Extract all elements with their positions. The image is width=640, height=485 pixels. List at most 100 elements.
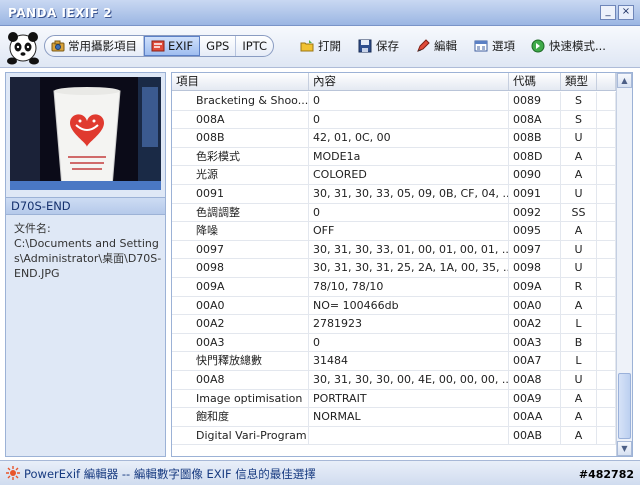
table-row[interactable]: 00A8 30, 31, 30, 30, 00, 4E, 00, 00, 00, …	[172, 370, 616, 390]
options-button-label: 選項	[492, 39, 515, 53]
table-row[interactable]: 00A2 2781923 00A2 L	[172, 315, 616, 334]
column-header-code[interactable]: 代碼	[509, 73, 561, 90]
minimize-button[interactable]: _	[600, 5, 616, 20]
cell-item: 008B	[172, 129, 309, 147]
table-row[interactable]: 快門釋放總數 31484 00A7 L	[172, 352, 616, 371]
table-row[interactable]: 色調調整 0 0092 SS	[172, 203, 616, 223]
cell-item: 00A2	[172, 315, 309, 333]
open-button[interactable]: 打開	[300, 37, 341, 55]
cell-type: A	[561, 389, 597, 408]
status-text: PowerExif 編輯器 -- 編輯數字圖像 EXIF 信息的最佳選擇	[24, 467, 316, 481]
file-name-header: D70S-END	[6, 197, 165, 215]
cell-code: 00A2	[509, 315, 561, 333]
table-row[interactable]: 009A 78/10, 78/10 009A R	[172, 277, 616, 297]
column-header-item[interactable]: 項目	[172, 73, 309, 90]
camera-icon	[51, 40, 65, 52]
cell-type: U	[561, 240, 597, 259]
cell-code: 00A7	[509, 352, 561, 370]
edit-button-label: 編輯	[434, 39, 457, 53]
cell-type: A	[561, 296, 597, 315]
tab-exif-label: EXIF	[168, 39, 194, 53]
cell-item: 00A8	[172, 370, 309, 389]
cell-content: 0	[309, 333, 509, 352]
cell-item: 00A3	[172, 333, 309, 352]
cell-type: U	[561, 259, 597, 277]
cell-item: 飽和度	[172, 408, 309, 426]
quick-mode-button-label: 快速模式...	[549, 39, 606, 53]
cell-code: 0090	[509, 166, 561, 184]
cell-content: MODE1a	[309, 147, 509, 166]
scroll-up-icon[interactable]: ▲	[617, 73, 632, 88]
table-row[interactable]: Digital Vari-Program 00AB A	[172, 426, 616, 446]
cell-code: 00A3	[509, 333, 561, 352]
table-row[interactable]: 0091 30, 31, 30, 33, 05, 09, 0B, CF, 04, …	[172, 184, 616, 204]
cell-type: A	[561, 408, 597, 426]
cell-spacer	[597, 203, 616, 222]
cell-content: 31484	[309, 352, 509, 370]
cell-content: 42, 01, 0C, 00	[309, 129, 509, 147]
cell-spacer	[597, 426, 616, 445]
cell-type: L	[561, 315, 597, 333]
cell-item: 光源	[172, 166, 309, 184]
table-row[interactable]: 00A3 0 00A3 B	[172, 333, 616, 353]
table-row[interactable]: 色彩模式 MODE1a 008D A	[172, 147, 616, 167]
cell-type: A	[561, 147, 597, 166]
cell-item: 0098	[172, 259, 309, 277]
cell-code: 0092	[509, 203, 561, 222]
tab-iptc[interactable]: IPTC	[236, 36, 273, 56]
table-header: 項目 內容 代碼 類型	[172, 73, 616, 91]
options-button[interactable]: 選項	[474, 37, 515, 55]
cell-spacer	[597, 110, 616, 129]
scroll-thumb[interactable]	[618, 373, 631, 439]
cell-type: SS	[561, 203, 597, 222]
table-row[interactable]: 008A 0 008A S	[172, 110, 616, 130]
column-header-content[interactable]: 內容	[309, 73, 509, 90]
cell-type: S	[561, 92, 597, 110]
cell-code: 008D	[509, 147, 561, 166]
table-row[interactable]: 0098 30, 31, 30, 31, 25, 2A, 1A, 00, 35, …	[172, 259, 616, 278]
edit-icon	[417, 39, 430, 52]
cell-item: 色彩模式	[172, 147, 309, 166]
image-thumbnail[interactable]	[10, 77, 161, 190]
cell-type: U	[561, 129, 597, 147]
cell-spacer	[597, 333, 616, 352]
tab-common-photo[interactable]: 常用攝影項目	[45, 36, 144, 56]
cell-spacer	[597, 315, 616, 333]
table-row[interactable]: Image optimisation PORTRAIT 00A9 A	[172, 389, 616, 409]
cell-content: NORMAL	[309, 408, 509, 426]
table-row[interactable]: Bracketing & Shoo... 0 0089 S	[172, 92, 616, 111]
cell-item: 0097	[172, 240, 309, 259]
tab-exif[interactable]: EXIF	[144, 36, 201, 56]
table-row[interactable]: 008B 42, 01, 0C, 00 008B U	[172, 129, 616, 148]
table-row[interactable]: 飽和度 NORMAL 00AA A	[172, 408, 616, 427]
tab-common-photo-label: 常用攝影項目	[68, 39, 137, 53]
view-tabs: 常用攝影項目 EXIF GPS IPTC	[44, 35, 275, 57]
tab-gps[interactable]: GPS	[200, 36, 237, 56]
options-icon	[474, 40, 488, 52]
table-row[interactable]: 降噪 OFF 0095 A	[172, 222, 616, 241]
cell-content	[309, 426, 509, 445]
file-panel: D70S-END 文件名: C:\Documents and Settings\…	[5, 72, 166, 457]
edit-button[interactable]: 編輯	[416, 37, 457, 55]
cell-item: 快門釋放總數	[172, 352, 309, 370]
column-header-type[interactable]: 類型	[561, 73, 597, 90]
column-header-spacer	[597, 73, 616, 90]
close-button[interactable]: ×	[618, 5, 634, 20]
table-row[interactable]: 0097 30, 31, 30, 33, 01, 00, 01, 00, 01, …	[172, 240, 616, 260]
sun-logo-icon	[6, 466, 20, 480]
save-button[interactable]: 保存	[358, 37, 399, 55]
cell-spacer	[597, 259, 616, 277]
cell-code: 00A0	[509, 296, 561, 315]
cell-content: 0	[309, 92, 509, 110]
table-row[interactable]: 00A0 NO= 100466db 00A0 A	[172, 296, 616, 316]
panda-logo-icon	[7, 32, 39, 65]
vertical-scrollbar[interactable]: ▲ ▼	[616, 73, 632, 456]
table-row[interactable]: 光源 COLORED 0090 A	[172, 166, 616, 185]
cell-item: 降噪	[172, 222, 309, 240]
quick-mode-button[interactable]: 快速模式...	[531, 37, 606, 55]
cell-code: 00AB	[509, 426, 561, 445]
cell-code: 0091	[509, 184, 561, 203]
cell-spacer	[597, 296, 616, 315]
scroll-down-icon[interactable]: ▼	[617, 441, 632, 456]
cell-code: 008B	[509, 129, 561, 147]
